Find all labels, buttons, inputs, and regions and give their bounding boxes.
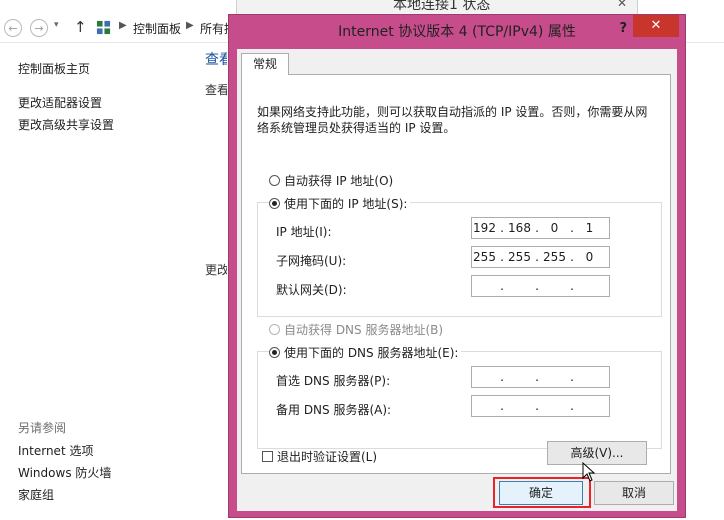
radio-indicator[interactable] — [269, 347, 280, 358]
alternate-dns-label: 备用 DNS 服务器(A): — [276, 403, 392, 417]
ip-octet: 255 — [508, 250, 531, 264]
octet-dot: . — [535, 279, 539, 293]
octet-dot: . — [570, 221, 574, 235]
radio-indicator[interactable] — [269, 198, 280, 209]
breadcrumb-separator-icon: ▶ — [186, 20, 194, 31]
radio-auto-dns[interactable]: 自动获得 DNS 服务器地址(B) — [269, 321, 447, 338]
ip-octet: 255 — [543, 250, 566, 264]
back-arrow-icon[interactable]: ← — [4, 19, 22, 37]
main-text-fragment: 查看 — [205, 83, 227, 97]
octet-dot: . — [500, 221, 504, 235]
octet-dot: . — [535, 399, 539, 413]
sidebar-link-homegroup[interactable]: 家庭组 — [18, 486, 54, 503]
ip-octet: 168 — [508, 221, 531, 235]
ip-octet: 0 — [585, 250, 594, 264]
breadcrumb-item[interactable]: 控制面板 — [133, 20, 181, 37]
sidebar-link-adapter-settings[interactable]: 更改适配器设置 — [18, 94, 102, 111]
sidebar-link-internet-options[interactable]: Internet 选项 — [18, 442, 93, 459]
octet-dot: . — [535, 221, 539, 235]
up-arrow-icon[interactable]: ↑ — [74, 18, 87, 36]
octet-dot: . — [500, 399, 504, 413]
ip-address-field[interactable]: 192. 168. 0. 1 — [471, 217, 610, 239]
preferred-dns-label: 首选 DNS 服务器(P): — [276, 374, 391, 388]
close-icon[interactable]: ✕ — [633, 15, 679, 37]
checkbox-indicator[interactable] — [262, 451, 273, 462]
octet-dot: . — [500, 370, 504, 384]
sidebar-home-link[interactable]: 控制面板主页 — [18, 60, 90, 77]
main-text-fragment: 更改 — [205, 263, 227, 277]
dialog-title: Internet 协议版本 4 (TCP/IPv4) 属性 — [338, 24, 576, 40]
default-gateway-label: 默认网关(D): — [276, 283, 347, 297]
ip-octet: 0 — [550, 221, 559, 235]
radio-indicator[interactable] — [269, 175, 280, 186]
mouse-pointer-icon — [582, 462, 596, 482]
octet-dot: . — [535, 370, 539, 384]
subnet-mask-field[interactable]: 255. 255. 255. 0 — [471, 246, 610, 268]
default-gateway-field[interactable]: . . . — [471, 275, 610, 297]
radio-manual-dns-label: 使用下面的 DNS 服务器地址(E): — [284, 346, 459, 360]
subnet-mask-label: 子网掩码(U): — [276, 254, 347, 268]
octet-dot: . — [570, 250, 574, 264]
validate-settings-checkbox[interactable]: 退出时验证设置(L) — [262, 448, 377, 465]
radio-auto-ip-label: 自动获得 IP 地址(O) — [284, 174, 394, 188]
ipv4-properties-dialog: Internet 协议版本 4 (TCP/IPv4) 属性 ? ✕ 如果网络支持… — [228, 14, 686, 518]
radio-auto-ip[interactable]: 自动获得 IP 地址(O) — [269, 172, 397, 189]
advanced-button[interactable]: 高级(V)... — [547, 441, 647, 465]
forward-arrow-icon[interactable]: → — [30, 19, 48, 37]
preferred-dns-field[interactable]: . . . — [471, 366, 610, 388]
octet-dot: . — [570, 370, 574, 384]
tab-general[interactable]: 常规 — [241, 53, 289, 75]
history-dropdown-icon[interactable]: ▾ — [54, 20, 59, 30]
main-heading-fragment: 查看 — [205, 52, 227, 68]
alternate-dns-field[interactable]: . . . — [471, 395, 610, 417]
cancel-button[interactable]: 取消 — [594, 481, 674, 505]
sidebar-link-firewall[interactable]: Windows 防火墙 — [18, 464, 111, 481]
help-icon[interactable]: ? — [619, 21, 627, 36]
ip-octet: 192 — [473, 221, 496, 235]
background-close-icon[interactable]: ✕ — [617, 0, 627, 10]
ok-highlight-box — [493, 477, 591, 508]
background-window-title-text: 本地连接1 状态 — [393, 0, 491, 13]
control-panel-icon — [96, 20, 111, 35]
radio-manual-dns[interactable]: 使用下面的 DNS 服务器地址(E): — [269, 344, 462, 361]
radio-manual-ip[interactable]: 使用下面的 IP 地址(S): — [269, 195, 411, 212]
radio-auto-dns-label: 自动获得 DNS 服务器地址(B) — [284, 323, 444, 337]
sidebar-link-sharing-settings[interactable]: 更改高级共享设置 — [18, 116, 114, 133]
radio-manual-ip-label: 使用下面的 IP 地址(S): — [284, 197, 408, 211]
octet-dot: . — [500, 279, 504, 293]
description-text: 如果网络支持此功能，则可以获取自动指派的 IP 设置。否则，你需要从网络系统管理… — [257, 105, 648, 135]
see-also-heading: 另请参阅 — [18, 421, 67, 435]
validate-settings-label: 退出时验证设置(L) — [277, 450, 378, 464]
ip-octet: 1 — [585, 221, 594, 235]
octet-dot: . — [570, 279, 574, 293]
ip-octet: 255 — [473, 250, 496, 264]
tab-page-general: 如果网络支持此功能，则可以获取自动指派的 IP 设置。否则，你需要从网络系统管理… — [241, 74, 671, 474]
dialog-body: 如果网络支持此功能，则可以获取自动指派的 IP 设置。否则，你需要从网络系统管理… — [237, 49, 677, 511]
octet-dot: . — [570, 399, 574, 413]
octet-dot: . — [500, 250, 504, 264]
radio-indicator[interactable] — [269, 324, 280, 335]
ip-address-label: IP 地址(I): — [276, 225, 332, 239]
breadcrumb-separator-icon: ▶ — [119, 20, 127, 31]
octet-dot: . — [535, 250, 539, 264]
background-window-title: 本地连接1 状态 ✕ — [236, 0, 638, 15]
